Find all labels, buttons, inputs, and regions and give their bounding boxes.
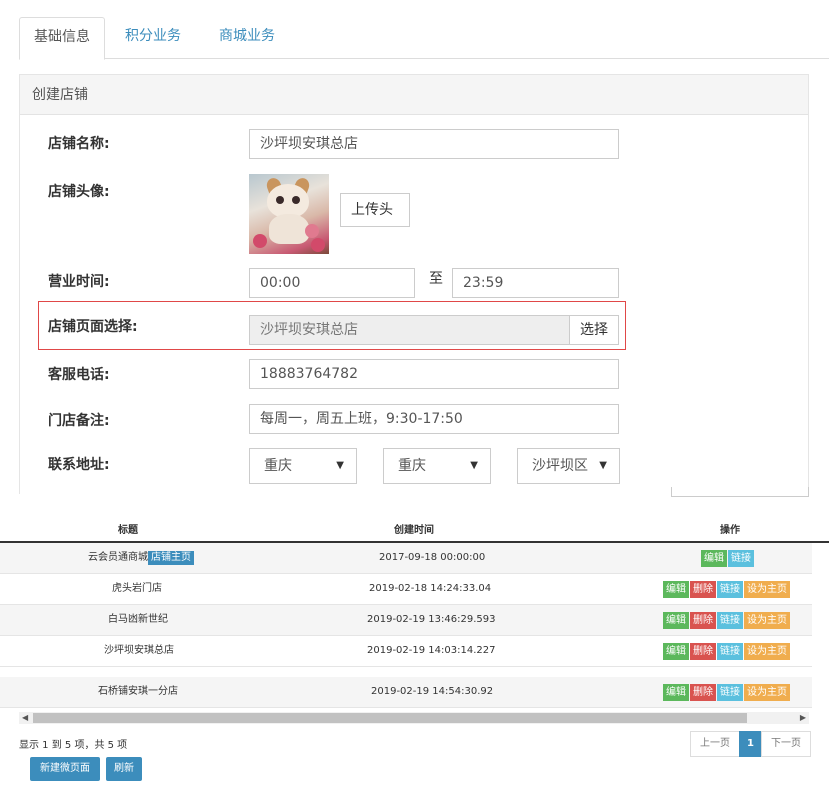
delete-button[interactable]: 删除 (690, 684, 716, 701)
row-title: 白马凼新世纪 (108, 614, 168, 625)
row-title-text: 云会员通商城 (88, 552, 148, 563)
hours-end-input[interactable]: 23:59 (452, 268, 619, 298)
edit-button[interactable]: 编辑 (663, 612, 689, 629)
row-title: 云会员通商城 店铺主页 (88, 543, 194, 573)
district-select[interactable]: 沙坪坝区 ▼ (517, 448, 620, 484)
delete-button[interactable]: 删除 (690, 612, 716, 629)
store-note-input[interactable]: 每周一，周五上班，9:30-17:50 (249, 404, 619, 434)
upload-avatar-button[interactable]: 上传头 (340, 193, 410, 227)
table-info: 显示 1 到 5 项，共 5 项 (19, 740, 128, 751)
store-form-panel: 基础信息 积分业务 商城业务 创建店铺 店铺名称: 沙坪坝安琪总店 店铺头像: … (0, 0, 829, 497)
store-page-input: 沙坪坝安琪总店 (249, 315, 570, 345)
select-page-button[interactable]: 选择 (569, 315, 619, 345)
next-page-button[interactable]: 下一页 (761, 731, 811, 757)
set-home-button[interactable]: 设为主页 (744, 581, 790, 598)
header-actions: 操作 (720, 525, 740, 536)
district-value: 沙坪坝区 (532, 458, 588, 474)
arrow-right-icon[interactable]: ▶ (800, 712, 806, 724)
edit-button[interactable]: 编辑 (663, 684, 689, 701)
row-title: 沙坪坝安琪总店 (104, 645, 174, 656)
link-button[interactable]: 链接 (717, 612, 743, 629)
link-button[interactable]: 链接 (717, 684, 743, 701)
city-value: 重庆 (398, 458, 426, 474)
delete-button[interactable]: 删除 (690, 581, 716, 598)
delete-button[interactable]: 删除 (690, 643, 716, 660)
city-select[interactable]: 重庆 ▼ (383, 448, 491, 484)
store-name-input[interactable]: 沙坪坝安琪总店 (249, 129, 619, 159)
table-row: 沙坪坝安琪总店 2019-02-19 14:03:14.227 编辑 删除 链接 设为… (0, 636, 812, 667)
panel-title: 创建店铺 (20, 75, 808, 115)
row-actions: 编辑 删除 链接 设为主页 (662, 612, 790, 629)
link-button[interactable]: 链接 (728, 550, 754, 567)
hours-start-input[interactable]: 00:00 (249, 268, 415, 298)
tab-divider (19, 58, 829, 59)
tab-basic-info[interactable]: 基础信息 (19, 17, 105, 60)
province-value: 重庆 (264, 458, 292, 474)
arrow-left-icon[interactable]: ◀ (22, 712, 28, 724)
address-label: 联系地址: (48, 457, 110, 473)
new-micro-page-button[interactable]: 新建微页面 (30, 757, 100, 781)
row-time: 2017-09-18 00:00:00 (379, 552, 486, 563)
row-title: 虎头岩门店 (112, 583, 162, 594)
store-avatar-image (249, 174, 329, 254)
horizontal-scrollbar[interactable]: ◀ ▶ (19, 712, 809, 724)
set-home-button[interactable]: 设为主页 (744, 643, 790, 660)
edit-button[interactable]: 编辑 (663, 581, 689, 598)
tab-mall-business[interactable]: 商城业务 (205, 17, 289, 59)
store-name-label: 店铺名称: (48, 136, 110, 152)
scrollbar-thumb[interactable] (33, 713, 747, 723)
store-note-label: 门店备注: (48, 413, 110, 429)
province-select[interactable]: 重庆 ▼ (249, 448, 357, 484)
table-row: 虎头岩门店 2019-02-18 14:24:33.04 编辑 删除 链接 设为主页 (0, 574, 812, 605)
header-created-time[interactable]: 创建时间 (394, 521, 434, 536)
row-actions: 编辑 删除 链接 设为主页 (662, 643, 790, 660)
caret-down-icon: ▼ (336, 460, 344, 471)
page-1-button[interactable]: 1 (739, 731, 762, 757)
row-time: 2019-02-18 14:24:33.04 (369, 583, 492, 594)
row-time: 2019-02-19 14:03:14.227 (367, 645, 496, 656)
search-box-edge (671, 487, 809, 497)
refresh-button[interactable]: 刷新 (106, 757, 142, 781)
store-page-label: 店铺页面选择: (48, 319, 138, 335)
set-home-button[interactable]: 设为主页 (744, 612, 790, 629)
store-avatar-label: 店铺头像: (48, 184, 110, 200)
table-row: 石桥铺安琪一分店 2019-02-19 14:54:30.92 编辑 删除 链接 设为… (0, 677, 812, 708)
header-title[interactable]: 标题 (118, 521, 138, 536)
edit-button[interactable]: 编辑 (663, 643, 689, 660)
hours-separator: 至 (429, 271, 443, 287)
link-button[interactable]: 链接 (717, 643, 743, 660)
phone-input[interactable]: 18883764782 (249, 359, 619, 389)
link-button[interactable]: 链接 (717, 581, 743, 598)
tab-points-business[interactable]: 积分业务 (111, 17, 195, 59)
row-actions: 编辑 删除 链接 设为主页 (662, 581, 790, 598)
caret-down-icon: ▼ (470, 460, 478, 471)
table-row: 云会员通商城 店铺主页 2017-09-18 00:00:00 编辑 链接 (0, 543, 812, 574)
row-time: 2019-02-19 14:54:30.92 (371, 686, 494, 697)
phone-label: 客服电话: (48, 367, 110, 383)
row-actions: 编辑 删除 链接 设为主页 (662, 684, 790, 701)
row-title: 石桥铺安琪一分店 (98, 686, 178, 697)
business-hours-label: 营业时间: (48, 274, 110, 290)
row-time: 2019-02-19 13:46:29.593 (367, 614, 496, 625)
edit-button[interactable]: 编辑 (701, 550, 727, 567)
row-actions: 编辑 链接 (700, 550, 754, 567)
home-page-badge: 店铺主页 (148, 551, 194, 565)
set-home-button[interactable]: 设为主页 (744, 684, 790, 701)
caret-down-icon: ▼ (599, 460, 607, 471)
table-row: 白马凼新世纪 2019-02-19 13:46:29.593 编辑 删除 链接 设为主… (0, 605, 812, 636)
prev-page-button[interactable]: 上一页 (690, 731, 740, 757)
table-header: 标题 创建时间 操作 (0, 507, 829, 543)
